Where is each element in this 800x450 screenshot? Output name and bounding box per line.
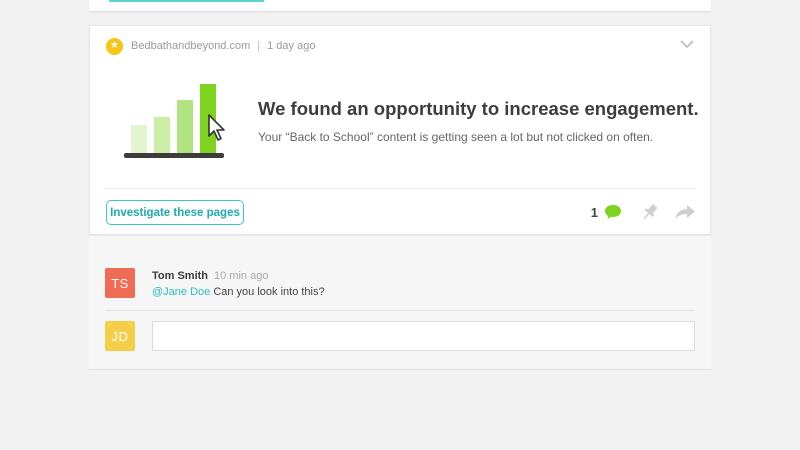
comment-time: 10 min ago xyxy=(214,270,269,282)
insight-card: ★ Bedbathandbeyond.com | 1 day ago We fo… xyxy=(89,25,711,235)
comment-author: Tom Smith 10 min ago xyxy=(152,270,268,282)
reply-row: JD xyxy=(105,321,695,353)
illustration-bar-2 xyxy=(154,117,170,153)
illustration-baseline xyxy=(124,153,224,158)
comment-count: 1 xyxy=(590,204,598,220)
investigate-button[interactable]: Investigate these pages xyxy=(106,200,244,225)
previous-card xyxy=(89,0,711,12)
reply-input[interactable] xyxy=(152,321,695,351)
avatar: TS xyxy=(105,268,135,298)
insight-headline: We found an opportunity to increase enga… xyxy=(258,98,699,119)
comments-section: TS Tom Smith 10 min ago @Jane Doe Can you… xyxy=(89,236,711,370)
chevron-down-icon[interactable] xyxy=(680,38,694,50)
bar-chart-illustration xyxy=(124,84,225,158)
comment-body: Can you look into this? xyxy=(210,286,325,298)
card-header: ★ Bedbathandbeyond.com | 1 day ago xyxy=(106,37,315,55)
illustration-bar-1 xyxy=(131,125,147,153)
mention-link[interactable]: @Jane Doe xyxy=(152,286,210,298)
card-source: Bedbathandbeyond.com xyxy=(131,40,251,52)
insight-description: Your “Back to School” content is getting… xyxy=(258,130,654,144)
comment-item: TS Tom Smith 10 min ago @Jane Doe Can you… xyxy=(105,268,695,308)
card-divider xyxy=(106,188,694,189)
header-separator: | xyxy=(257,40,261,52)
card-time: 1 day ago xyxy=(267,40,316,52)
pin-icon[interactable] xyxy=(640,202,660,222)
comment-bubble-icon[interactable] xyxy=(604,204,622,220)
previous-card-link-underline xyxy=(109,0,264,2)
card-actions: 1 xyxy=(591,201,696,223)
illustration-bar-3 xyxy=(177,100,193,153)
star-icon: ★ xyxy=(106,37,123,55)
comment-author-name: Tom Smith xyxy=(152,270,209,282)
comment-text: @Jane Doe Can you look into this? xyxy=(152,286,325,298)
share-icon[interactable] xyxy=(674,203,696,221)
comments-divider xyxy=(105,310,695,311)
current-user-avatar: JD xyxy=(105,321,135,351)
